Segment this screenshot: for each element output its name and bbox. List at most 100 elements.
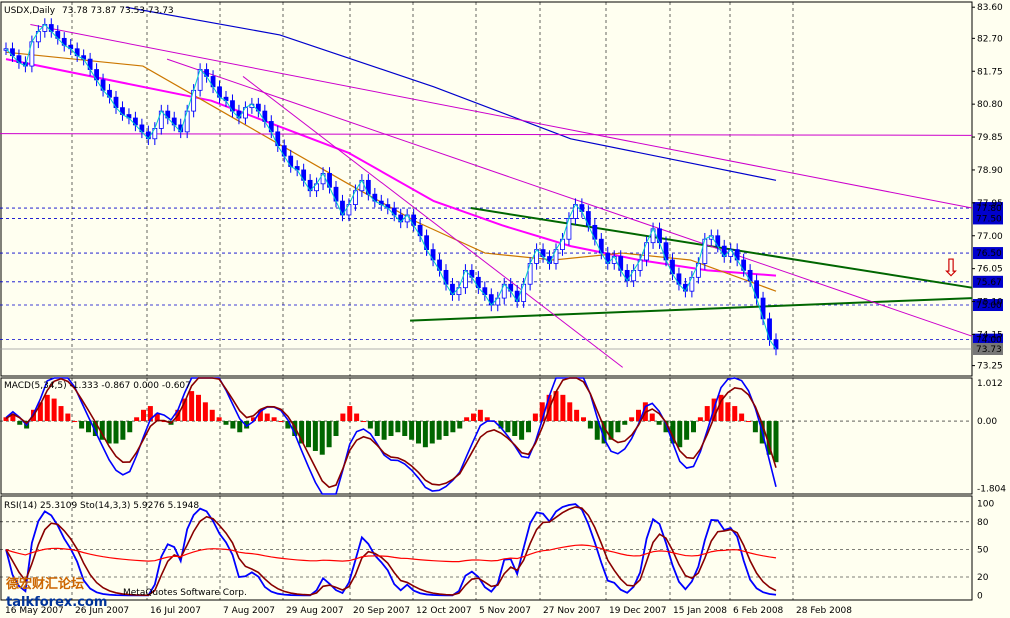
macd-histogram-bar [677,421,683,448]
macd-histogram-bar [134,417,140,422]
chart-window: 77.80 77.50 76.50 75.67 75.00 74.00 73.73 16 M… [0,0,1010,618]
macd-histogram-bar [319,421,325,455]
cjk-watermark: 德宏财汇论坛 [6,576,84,592]
macd-histogram-bar [264,413,270,422]
y-tick-label: 76.05 [977,265,1003,275]
macd-histogram-bar [202,402,208,422]
macd-histogram-bar [44,394,50,422]
macd-histogram-bar [340,413,346,422]
macd-histogram-bar [51,398,57,422]
macd-histogram-bar [271,417,277,422]
macd-histogram-bar [574,409,580,422]
macd-histogram-bar [326,421,332,448]
y-tick-label: 82.70 [977,34,1003,44]
y-tick-label: 80.80 [977,100,1003,110]
macd-histogram-bar [416,421,421,444]
down-arrow-icon: ⇩ [941,254,961,282]
x-tick-label: 16 Jul 2007 [150,606,201,616]
macd-histogram-bar [684,421,690,440]
macd-histogram-bar [471,413,476,422]
macd-histogram-bar [209,409,215,422]
x-tick-label: 12 Oct 2007 [416,606,472,616]
macd-histogram-bar [422,421,428,448]
osc-y-tick-label: 80 [977,518,989,528]
macd-histogram-bar [704,406,710,422]
macd-histogram-bar [361,421,366,423]
macd-histogram-bar [17,421,23,425]
macd-histogram-bar [581,417,586,422]
macd-histogram-bar [347,406,353,422]
macd-panel-title: MACD(5,34,5) -1.333 -0.867 0.000 -0.607 [4,381,191,391]
y-tick-label: 77.95 [977,199,1003,209]
macd-histogram-bar [374,421,380,436]
macd-histogram-bar [656,421,662,425]
macd-histogram-bar [120,421,126,440]
x-tick-label: 6 Feb 2008 [733,606,784,616]
macd-histogram-bar [127,421,133,433]
macd-histogram-bar [278,421,284,423]
macd-histogram-bar [622,421,628,425]
macd-histogram-bar [230,421,236,429]
macd-histogram-bar [739,413,745,422]
macd-histogram-bar [367,421,373,429]
macd-histogram-bar [106,421,112,444]
y-tick-label: 78.90 [977,166,1003,176]
macd-histogram-bar [79,421,85,429]
osc-y-tick-label: 20 [977,573,989,583]
price-panel-title: USDX,Daily [4,6,56,16]
price-panel-values: 73.78 73.87 73.53 73.73 [62,6,174,16]
macd-histogram-bar [333,421,339,436]
macd-y-tick-label: 0.00 [977,417,997,427]
macd-histogram-bar [86,421,91,433]
macd-histogram-bar [773,421,779,463]
macd-histogram-bar [464,417,470,422]
macd-y-tick-label: -1.804 [977,485,1006,495]
price-level-label: 76.50 [976,249,1002,259]
macd-histogram-bar [436,421,442,440]
macd-y-tick-label: 1.012 [977,379,1003,389]
macd-histogram-bar [512,421,518,436]
macd-histogram-bar [526,421,531,433]
macd-histogram-bar [429,421,435,444]
macd-histogram-bar [519,421,525,440]
macd-histogram-bar [732,406,738,422]
osc-y-tick-label: 0 [977,591,983,601]
y-tick-label: 81.75 [977,67,1003,77]
x-tick-label: 27 Nov 2007 [543,606,601,616]
price-level-label: 75.67 [976,278,1002,288]
macd-histogram-bar [746,421,751,423]
y-tick-label: 77.00 [977,232,1003,242]
macd-histogram-bar [312,421,318,451]
macd-histogram-bar [237,421,243,433]
oscillator-panel-title: RSI(14) 25.3109 Sto(14,3,3) 5.9276 5.194… [4,501,199,511]
macd-histogram-bar [395,421,401,433]
macd-histogram-bar [402,421,408,436]
y-tick-label: 83.60 [977,3,1003,13]
macd-histogram-bar [725,402,731,422]
y-tick-label: 75.10 [977,298,1003,308]
x-tick-label: 5 Nov 2007 [479,606,531,616]
macd-histogram-bar [443,421,449,436]
x-tick-label: 28 Feb 2008 [796,606,852,616]
macd-histogram-bar [457,421,463,429]
macd-histogram-bar [560,394,566,422]
price-level-label: 77.50 [976,214,1002,224]
y-tick-label: 79.85 [977,133,1003,143]
macd-histogram-bar [113,421,119,444]
macd-histogram-bar [141,409,146,422]
macd-histogram-bar [629,417,635,422]
x-tick-label: 15 Jan 2008 [673,606,727,616]
macd-histogram-bar [388,421,394,436]
macd-histogram-bar [223,421,229,425]
price-level-label: 73.73 [976,345,1002,355]
macd-histogram-bar [216,417,222,422]
macd-histogram-bar [567,402,573,422]
vendor-credit: MetaQuotes Software Corp. [123,588,247,598]
macd-histogram-bar [587,421,593,429]
osc-y-tick-label: 50 [977,545,989,555]
macd-histogram-bar [72,421,78,423]
macd-histogram-bar [65,413,71,422]
macd-histogram-bar [691,421,696,433]
macd-histogram-bar [409,421,415,440]
x-tick-label: 29 Aug 2007 [286,606,344,616]
